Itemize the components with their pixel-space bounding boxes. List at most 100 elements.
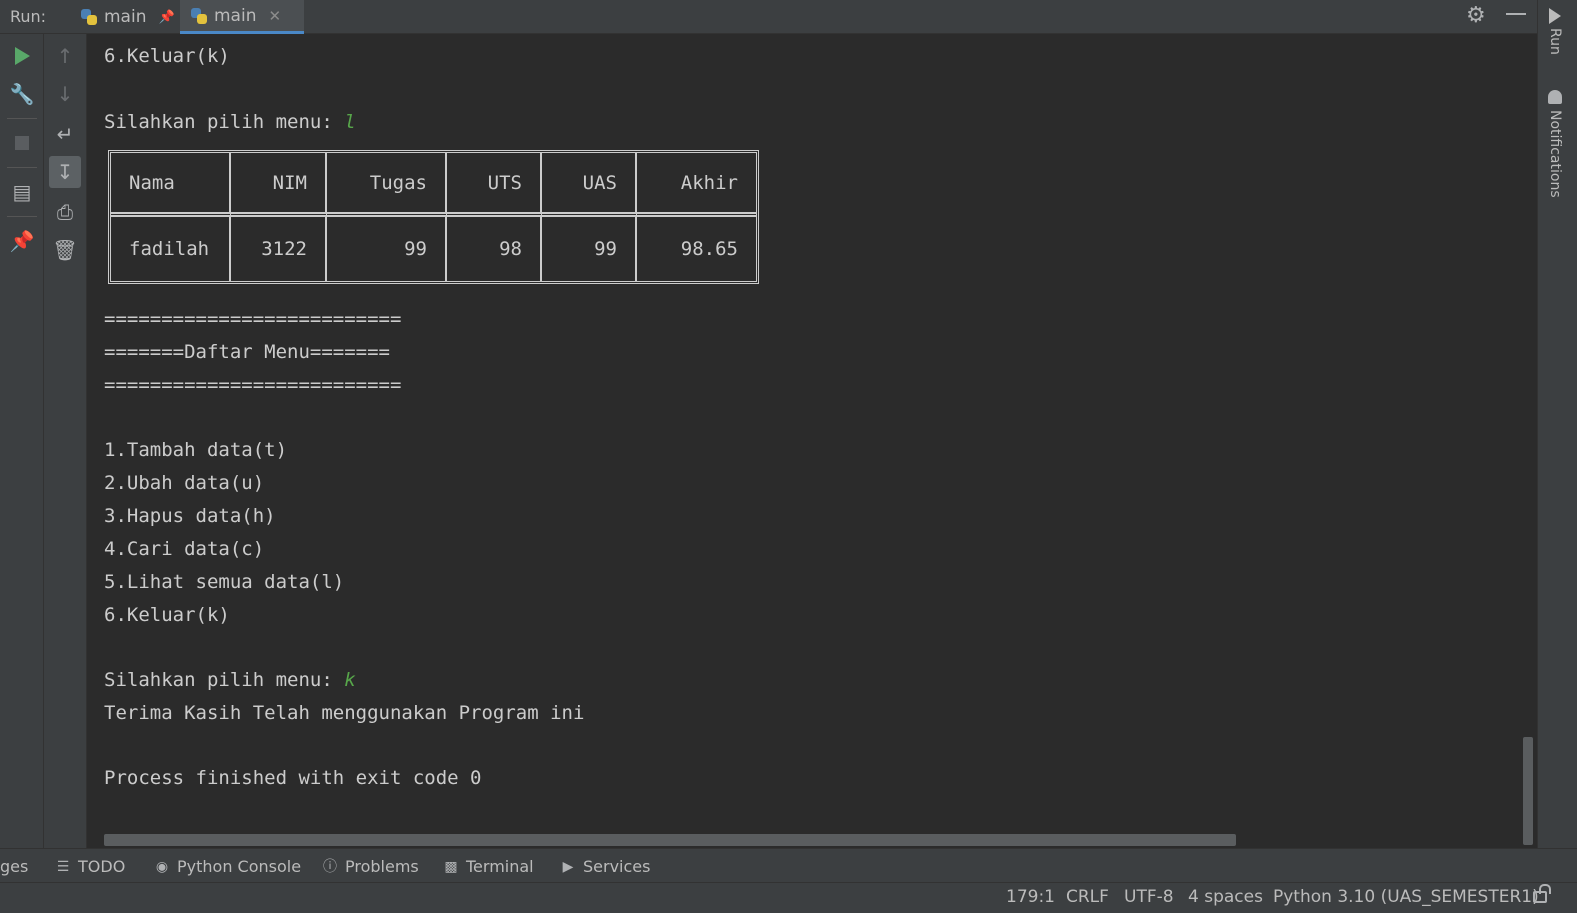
bell-icon xyxy=(1548,90,1562,104)
printer-icon: ⎙ xyxy=(57,200,73,224)
rerun-button[interactable] xyxy=(6,40,38,72)
arrow-up-icon: ↑ xyxy=(56,44,74,68)
tool-window-todo[interactable]: ☰ TODO xyxy=(55,857,126,876)
header-nim: NIM xyxy=(231,153,327,217)
minimize-icon[interactable] xyxy=(1506,13,1526,15)
tool-window-problems[interactable]: ⓘ Problems xyxy=(322,857,419,876)
run-vertical-label: Run xyxy=(1547,28,1563,55)
tool-window-label: Terminal xyxy=(466,857,534,876)
tool-window-label: Services xyxy=(583,857,651,876)
menu-item: 3.Hapus data(h) xyxy=(104,505,276,527)
menu-title: =======Daftar Menu======= xyxy=(104,341,390,363)
layout-icon: ▤ xyxy=(12,180,32,204)
prompt-text: Silahkan pilih menu: xyxy=(104,111,345,133)
user-input: k xyxy=(344,669,356,691)
vertical-scrollbar[interactable] xyxy=(1523,737,1533,845)
console-prompt-line: Silahkan pilih menu: l xyxy=(104,110,356,134)
problems-icon: ⓘ xyxy=(323,858,337,875)
tab-label: main xyxy=(214,5,257,26)
soft-wrap-icon: ↵ xyxy=(56,122,74,146)
user-input: l xyxy=(344,111,356,133)
run-actions-toolbar: 🔧 ▤ 📌 xyxy=(0,34,44,848)
gear-icon[interactable]: ⚙ xyxy=(1466,3,1486,28)
python-interpreter[interactable]: Python 3.10 (UAS_SEMESTER1) xyxy=(1273,887,1539,907)
tab-main-pinned[interactable]: main 📌 xyxy=(70,0,185,34)
list-icon: ☰ xyxy=(56,858,70,875)
stop-icon xyxy=(15,136,29,150)
tool-window-terminal[interactable]: ▩ Terminal xyxy=(443,857,534,876)
line-separator[interactable]: CRLF xyxy=(1066,887,1109,907)
indent-setting[interactable]: 4 spaces xyxy=(1188,887,1263,907)
tool-window-label: TODO xyxy=(78,857,126,876)
tab-main-active[interactable]: main ✕ xyxy=(180,0,304,34)
header-akhir: Akhir xyxy=(637,153,756,217)
toolbar-divider xyxy=(7,118,37,119)
run-tab-bar: Run: main 📌 main ✕ ⚙ xyxy=(0,0,1537,34)
toolbar-divider xyxy=(7,167,37,168)
menu-item: 1.Tambah data(t) xyxy=(104,439,288,461)
table-header-row: Nama NIM Tugas UTS UAS Akhir xyxy=(111,153,756,217)
notifications-label: Notifications xyxy=(1547,110,1563,198)
file-encoding[interactable]: UTF-8 xyxy=(1124,887,1174,907)
terminal-icon: ▩ xyxy=(444,858,458,875)
cell-nama: fadilah xyxy=(111,217,231,281)
student-data-table: Nama NIM Tugas UTS UAS Akhir fadilah 312… xyxy=(108,150,759,284)
run-tool-window-button[interactable]: Run xyxy=(1545,4,1565,55)
services-icon: ▶ xyxy=(562,858,574,875)
run-label: Run: xyxy=(10,7,47,26)
horizontal-scrollbar[interactable] xyxy=(104,834,1236,846)
tool-window-label: Problems xyxy=(345,857,419,876)
scroll-down-button[interactable]: ↓ xyxy=(49,78,81,110)
print-button[interactable]: ⎙ xyxy=(49,196,81,228)
pin-tab-button[interactable]: 📌 xyxy=(6,225,38,257)
cell-uas: 99 xyxy=(542,217,637,281)
arrow-down-icon: ↓ xyxy=(56,82,74,106)
menu-item: 5.Lihat semua data(l) xyxy=(104,571,345,593)
console-actions-toolbar: ↑ ↓ ↵ ↧ ⎙ 🗑 xyxy=(44,34,87,848)
stop-button[interactable] xyxy=(6,127,38,159)
lock-icon[interactable] xyxy=(1533,884,1551,903)
scroll-to-end-icon: ↧ xyxy=(56,160,74,184)
exit-message: Process finished with exit code 0 xyxy=(104,767,482,789)
header-tugas: Tugas xyxy=(327,153,447,217)
tool-window-services[interactable]: ▶ Services xyxy=(560,857,651,876)
goodbye-line: Terima Kasih Telah menggunakan Program i… xyxy=(104,702,585,724)
pin-icon[interactable]: 📌 xyxy=(158,10,174,25)
menu-item: 6.Keluar(k) xyxy=(104,604,230,626)
tool-window-changes-partial[interactable]: ges xyxy=(0,857,28,876)
tool-window-label: Python Console xyxy=(177,857,302,876)
python-console-icon: ◉ xyxy=(155,858,169,875)
play-icon xyxy=(14,47,30,65)
python-file-icon xyxy=(80,8,98,26)
pin-icon: 📌 xyxy=(9,229,35,253)
scroll-up-button[interactable]: ↑ xyxy=(49,40,81,72)
run-play-icon xyxy=(1549,8,1561,24)
status-bar: 179:1 CRLF UTF-8 4 spaces Python 3.10 (U… xyxy=(0,882,1577,913)
wrench-icon: 🔧 xyxy=(9,82,35,106)
tool-window-label: ges xyxy=(0,857,29,876)
header-nama: Nama xyxy=(111,153,231,217)
cell-akhir: 98.65 xyxy=(680,238,738,260)
layout-button[interactable]: ▤ xyxy=(6,176,38,208)
tab-label: main xyxy=(104,7,147,27)
cell-tugas: 99 xyxy=(327,217,447,281)
console-output[interactable]: 6.Keluar(k) Silahkan pilih menu: l Nama … xyxy=(88,34,1522,848)
edit-configuration-button[interactable]: 🔧 xyxy=(6,78,38,110)
toolbar-divider xyxy=(7,216,37,217)
cell-uts: 98 xyxy=(447,217,542,281)
caret-position[interactable]: 179:1 xyxy=(1006,887,1055,907)
tool-window-python-console[interactable]: ◉ Python Console xyxy=(154,857,301,876)
separator-line: ========================== xyxy=(104,308,402,330)
tool-windows-bar: ges ☰ TODO ◉ Python Console ⓘ Problems ▩… xyxy=(0,848,1577,882)
soft-wrap-button[interactable]: ↵ xyxy=(49,118,81,150)
header-uas: UAS xyxy=(542,153,637,217)
separator-line: ========================== xyxy=(104,374,402,396)
menu-item: 2.Ubah data(u) xyxy=(104,472,265,494)
prompt-text: Silahkan pilih menu: xyxy=(104,669,345,691)
console-line: 6.Keluar(k) xyxy=(104,45,230,67)
scroll-to-end-button[interactable]: ↧ xyxy=(49,156,81,188)
console-prompt-line: Silahkan pilih menu: k xyxy=(104,668,356,692)
close-icon[interactable]: ✕ xyxy=(268,7,281,25)
clear-all-button[interactable]: 🗑 xyxy=(49,234,81,266)
notifications-tool-window-button[interactable]: Notifications xyxy=(1545,90,1565,198)
